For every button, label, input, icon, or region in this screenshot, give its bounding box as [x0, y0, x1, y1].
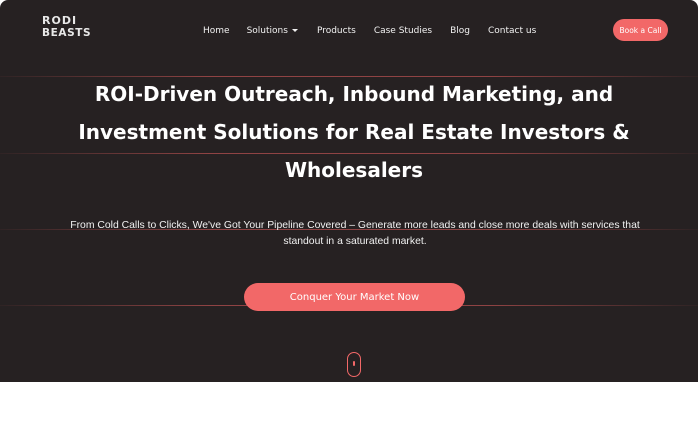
nav-products[interactable]: Products: [317, 24, 356, 37]
hero-subtitle: From Cold Calls to Clicks, We've Got You…: [70, 220, 640, 247]
scroll-wheel-dot: [353, 361, 355, 366]
nav-contact-us[interactable]: Contact us: [488, 24, 536, 37]
book-call-button[interactable]: Book a Call: [613, 19, 668, 41]
mouse-scroll-icon[interactable]: [347, 352, 361, 377]
nav-home[interactable]: Home: [203, 24, 230, 37]
caret-down-icon: [291, 29, 298, 32]
nav-solutions-label: Solutions: [246, 25, 288, 36]
hero-section: RODI BEASTS Home Solutions Products Case…: [0, 0, 698, 382]
conquer-market-button[interactable]: Conquer Your Market Now: [244, 283, 465, 311]
logo-line1: RODI: [42, 14, 78, 27]
nav-solutions[interactable]: Solutions: [247, 24, 298, 37]
nav-blog[interactable]: Blog: [450, 24, 470, 37]
hero-headline: ROI-Driven Outreach, Inbound Marketing, …: [78, 82, 630, 182]
nav-case-studies[interactable]: Case Studies: [374, 24, 432, 37]
main-nav: Home Solutions Products Case Studies Blo…: [203, 24, 536, 37]
site-logo[interactable]: RODI BEASTS: [42, 15, 102, 41]
logo-line2: BEASTS: [42, 27, 92, 39]
